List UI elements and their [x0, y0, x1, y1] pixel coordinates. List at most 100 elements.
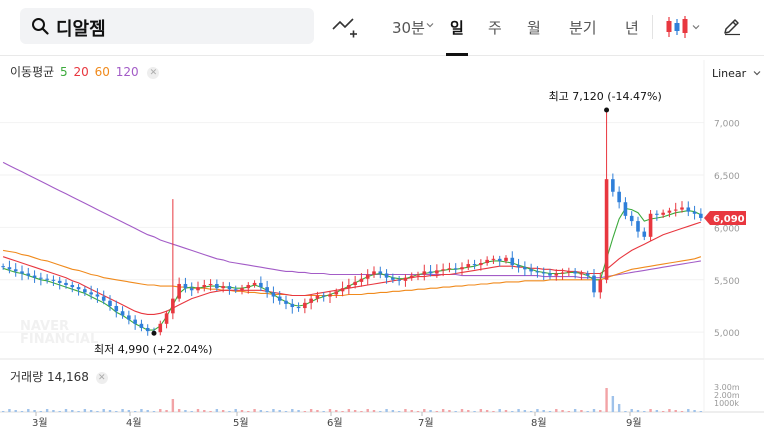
- volume-bar: [89, 410, 93, 412]
- volume-bar: [542, 410, 545, 412]
- volume-bar: [152, 411, 156, 412]
- candle-body: [252, 282, 257, 286]
- candle-body: [76, 287, 81, 290]
- candle-body: [648, 213, 653, 237]
- candle-body: [567, 271, 571, 273]
- candle-body: [227, 286, 232, 290]
- candle-body: [680, 207, 684, 210]
- candle-body: [271, 292, 276, 297]
- candle-body: [127, 315, 131, 320]
- volume-bar: [498, 409, 501, 412]
- volume-bar: [39, 411, 43, 412]
- candle-body: [189, 288, 194, 291]
- volume-bar: [140, 409, 143, 412]
- candle-body: [145, 327, 150, 332]
- price-chart[interactable]: 7,0006,5006,0005,5005,0003.00m2.00m1000k…: [0, 0, 764, 433]
- volume-bar: [680, 411, 684, 412]
- volume-bar: [624, 411, 627, 412]
- candle-body: [453, 268, 458, 270]
- volume-bar: [511, 411, 514, 412]
- candle-body: [541, 272, 546, 274]
- candle-body: [353, 281, 357, 286]
- volume-bar: [127, 410, 131, 412]
- naver-financial-watermark: NAVERFINANCIAL: [20, 319, 98, 347]
- candle-body: [334, 291, 339, 295]
- candle-body: [504, 257, 508, 261]
- volume-bar: [360, 411, 363, 412]
- candle-body: [114, 305, 119, 312]
- volume-bar: [567, 411, 571, 412]
- volume-bar: [108, 410, 112, 412]
- candle-body: [472, 264, 477, 266]
- candle-body: [479, 263, 483, 266]
- candle-body: [315, 295, 320, 299]
- candle-body: [196, 287, 200, 291]
- high-price-label: 최고 7,120 (-14.47%): [549, 90, 662, 103]
- volume-bar: [485, 410, 489, 412]
- y-tick-label: 6,000: [714, 224, 740, 234]
- candle-body: [259, 282, 263, 288]
- volume-bar: [441, 409, 445, 412]
- volume-bar: [52, 410, 55, 412]
- candle-body: [265, 287, 269, 293]
- volume-bar: [265, 411, 269, 412]
- volume-bar: [221, 410, 225, 412]
- volume-bar: [20, 411, 24, 412]
- candle-body: [548, 273, 552, 276]
- candle-body: [158, 323, 163, 333]
- volume-bar: [1, 411, 5, 412]
- candle-body: [101, 296, 106, 301]
- candle-body: [435, 270, 439, 274]
- volume-bar: [278, 410, 281, 412]
- volume-bar: [668, 409, 671, 412]
- volume-bar: [649, 409, 652, 412]
- candle-body: [296, 307, 301, 309]
- candle-body: [183, 283, 188, 289]
- volume-bar: [45, 409, 49, 412]
- volume-bar: [322, 411, 325, 412]
- y-tick-label: 7,000: [714, 120, 740, 130]
- volume-bar: [492, 411, 495, 412]
- volume-bar: [699, 411, 703, 412]
- candle-body: [164, 313, 169, 324]
- volume-bar: [58, 411, 61, 412]
- volume-bar: [605, 388, 608, 412]
- volume-bar: [561, 410, 564, 412]
- volume-bar: [479, 409, 483, 412]
- volume-bar: [460, 409, 464, 412]
- candle-body: [692, 211, 697, 214]
- volume-bar: [416, 411, 420, 412]
- volume-bar: [259, 410, 263, 412]
- candle-body: [133, 319, 137, 324]
- volume-bar: [410, 410, 413, 412]
- candle-body: [139, 323, 144, 328]
- candle-body: [699, 213, 703, 218]
- volume-bar: [77, 411, 80, 412]
- volume-bar: [391, 410, 395, 412]
- volume-bar: [517, 409, 520, 412]
- candle-body: [321, 295, 326, 297]
- candle-body: [32, 275, 37, 278]
- candle-body: [667, 210, 672, 213]
- volume-bar: [687, 409, 690, 412]
- candle-body: [497, 258, 502, 261]
- candle-body: [39, 277, 43, 279]
- candle-body: [523, 267, 527, 270]
- candle-body: [108, 300, 112, 306]
- candle-body: [13, 269, 18, 272]
- candle-body: [585, 273, 590, 276]
- volume-bar: [159, 409, 162, 412]
- ma120-line: [2, 161, 701, 279]
- candle-body: [202, 285, 207, 288]
- candle-body: [303, 302, 307, 309]
- candle-body: [1, 266, 5, 268]
- volume-bar: [291, 409, 294, 412]
- candle-body: [7, 267, 12, 270]
- volume-bar: [14, 410, 17, 412]
- volume-bar: [177, 409, 181, 412]
- volume-bar: [228, 411, 231, 412]
- candle-body: [535, 271, 540, 273]
- volume-bar: [102, 409, 105, 412]
- volume-bar: [253, 409, 256, 412]
- volume-bar: [617, 404, 621, 412]
